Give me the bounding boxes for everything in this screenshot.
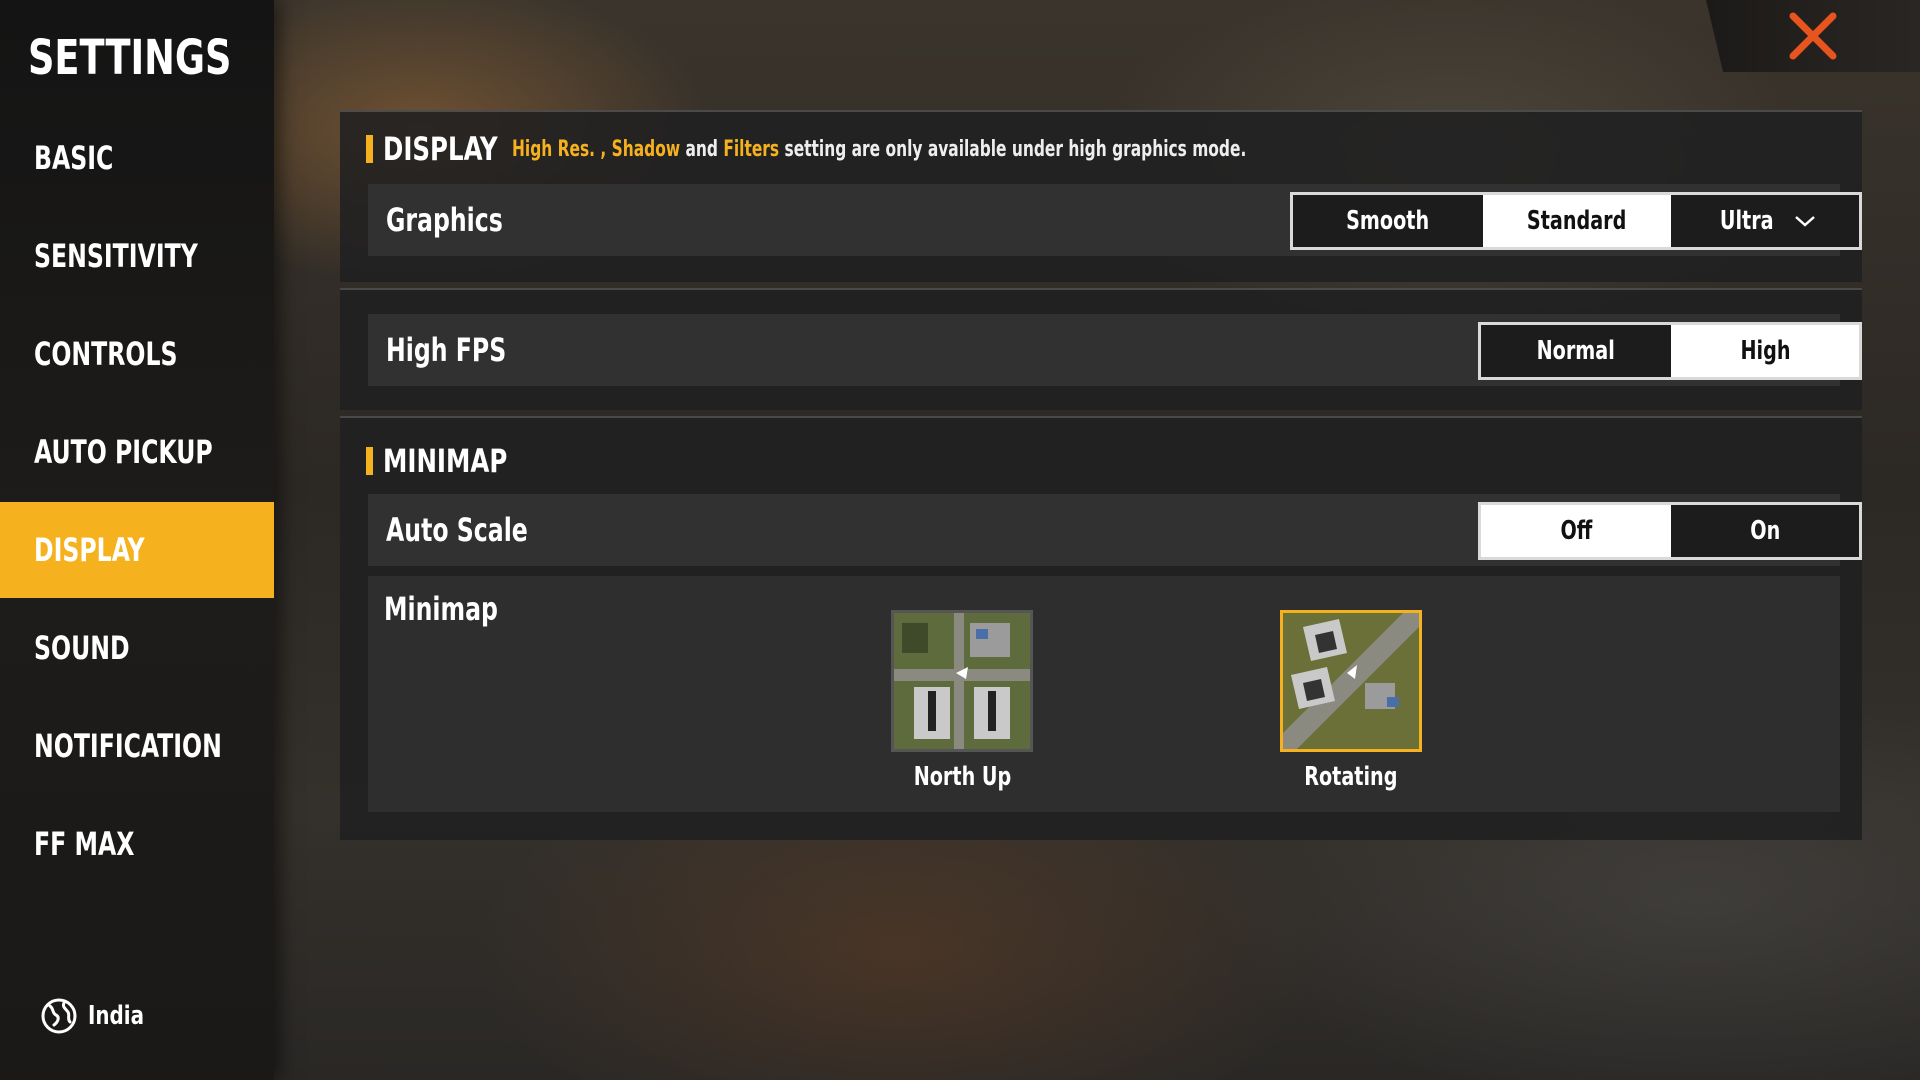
sidebar-item-ff-max[interactable]: FF MAX: [0, 796, 274, 892]
auto-scale-row: Auto Scale Off On: [368, 494, 1862, 566]
section-accent-bar: [366, 447, 373, 475]
graphics-option-standard[interactable]: Standard: [1483, 195, 1671, 247]
minimap-section: MINIMAP Auto Scale Off On Minimap North …: [340, 416, 1862, 840]
auto-scale-option-off[interactable]: Off: [1481, 505, 1671, 557]
graphics-selector: Smooth Standard Ultra: [1290, 192, 1862, 250]
graphics-label: Graphics: [386, 201, 503, 239]
display-section-title: DISPLAY: [383, 130, 498, 168]
region-label: India: [88, 1001, 145, 1031]
minimap-section-header: MINIMAP: [366, 442, 529, 480]
sidebar-item-label: FF MAX: [34, 825, 135, 863]
minimap-option-north-up[interactable]: North Up: [887, 610, 1037, 792]
minimap-option-rotating[interactable]: Rotating: [1276, 610, 1426, 792]
sidebar-item-label: SOUND: [34, 629, 130, 667]
sidebar-item-label: NOTIFICATION: [34, 727, 222, 765]
map-thumbnail-image: [894, 613, 1030, 749]
note-highlight-high-res: High Res. ,: [511, 136, 607, 162]
region-selector[interactable]: India: [40, 997, 154, 1035]
sidebar-item-label: AUTO PICKUP: [34, 433, 213, 471]
fps-option-normal[interactable]: Normal: [1481, 325, 1671, 377]
sidebar-item-label: SENSITIVITY: [34, 237, 198, 275]
sidebar-item-label: DISPLAY: [34, 531, 145, 569]
auto-scale-label: Auto Scale: [386, 511, 528, 549]
sidebar-item-auto-pickup[interactable]: AUTO PICKUP: [0, 404, 274, 500]
auto-scale-selector: Off On: [1478, 502, 1862, 560]
minimap-mode-row: Minimap North Up Rotating: [368, 576, 1840, 812]
minimap-section-title: MINIMAP: [383, 442, 508, 480]
section-accent-bar: [366, 135, 373, 163]
high-fps-selector: Normal High: [1478, 322, 1862, 380]
note-highlight-shadow: Shadow: [611, 136, 680, 162]
high-fps-label: High FPS: [386, 331, 507, 369]
graphics-option-smooth[interactable]: Smooth: [1293, 195, 1483, 247]
sidebar-item-label: BASIC: [34, 139, 114, 177]
graphics-row: Graphics Smooth Standard Ultra: [368, 184, 1862, 256]
sidebar-item-notification[interactable]: NOTIFICATION: [0, 698, 274, 794]
close-button[interactable]: [1706, 0, 1920, 72]
sidebar-item-display[interactable]: DISPLAY: [0, 502, 274, 598]
note-and: and: [685, 136, 718, 162]
close-icon: [1789, 12, 1837, 60]
north-up-map-thumbnail: [891, 610, 1033, 752]
sidebar-item-controls[interactable]: CONTROLS: [0, 306, 274, 402]
display-section-header: DISPLAY High Res. , Shadow and Filters s…: [366, 130, 1453, 168]
page-title: SETTINGS: [28, 30, 232, 86]
map-thumbnail-image: [1283, 613, 1419, 749]
high-fps-row: High FPS Normal High: [368, 314, 1862, 386]
minimap-mode-label: Minimap: [384, 590, 498, 628]
sidebar-item-sensitivity[interactable]: SENSITIVITY: [0, 208, 274, 304]
rotating-map-thumbnail: [1280, 610, 1422, 752]
fps-option-high[interactable]: High: [1671, 325, 1859, 377]
note-rest: setting are only available under high gr…: [784, 136, 1247, 162]
sidebar-item-sound[interactable]: SOUND: [0, 600, 274, 696]
fps-section: High FPS Normal High: [340, 288, 1862, 410]
chevron-down-icon: [1794, 216, 1815, 227]
settings-nav: BASIC SENSITIVITY CONTROLS AUTO PICKUP D…: [0, 110, 274, 894]
rotating-caption: Rotating: [1304, 762, 1398, 792]
graphics-option-ultra[interactable]: Ultra: [1671, 195, 1859, 247]
sidebar-item-basic[interactable]: BASIC: [0, 110, 274, 206]
globe-icon: [41, 998, 77, 1034]
settings-sidebar: SETTINGS BASIC SENSITIVITY CONTROLS AUTO…: [0, 0, 274, 1080]
display-section: DISPLAY High Res. , Shadow and Filters s…: [340, 110, 1862, 282]
note-highlight-filters: Filters: [723, 136, 779, 162]
graphics-note: High Res. , Shadow and Filters setting a…: [512, 137, 1246, 162]
auto-scale-option-on[interactable]: On: [1671, 505, 1859, 557]
sidebar-item-label: CONTROLS: [34, 335, 178, 373]
north-up-caption: North Up: [913, 762, 1011, 792]
